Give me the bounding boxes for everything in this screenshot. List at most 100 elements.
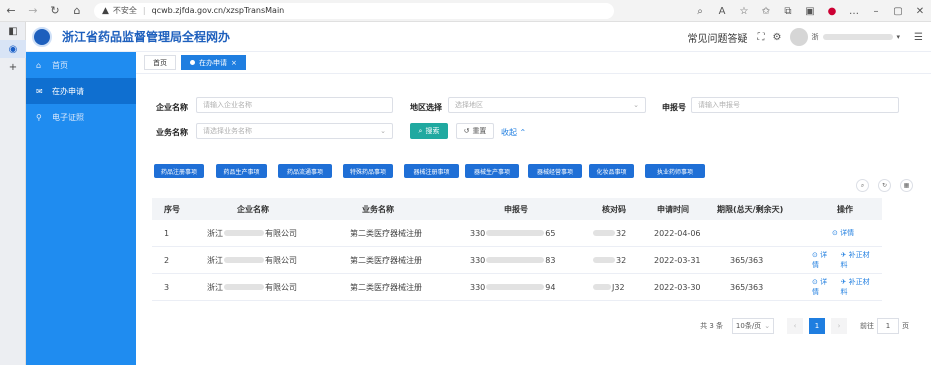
category-device-registration[interactable]: 器械注册事项	[404, 164, 459, 178]
row-company: 浙江 有限公司	[207, 247, 297, 273]
close-tab-icon[interactable]: ×	[231, 59, 237, 67]
user-name-prefix[interactable]: 浙	[812, 32, 819, 42]
sidebar-item-certificates[interactable]: ⚲ 电子证照	[26, 104, 136, 130]
tab-applications[interactable]: 在办申请 ×	[181, 55, 246, 70]
site-tab-icon[interactable]: ◉	[0, 40, 26, 58]
extension-icon[interactable]: ▣	[799, 6, 821, 17]
fullscreen-icon[interactable]: ⛶	[758, 32, 765, 43]
category-device-business[interactable]: 器械经营事项	[528, 164, 582, 178]
row-actions: ⊙ 详情	[832, 220, 862, 246]
more-icon[interactable]: …	[843, 6, 865, 17]
collapse-toggle[interactable]: 收起 ⌃	[501, 127, 526, 138]
back-icon[interactable]: ←	[0, 0, 22, 22]
detail-label: 详情	[812, 278, 828, 296]
row-index: 3	[164, 282, 170, 292]
minimize-icon[interactable]: –	[865, 6, 887, 17]
chevron-down-icon: ⌄	[764, 322, 771, 330]
insecure-label: 不安全	[112, 6, 137, 15]
close-window-icon[interactable]: ✕	[909, 6, 931, 17]
active-dot-icon	[190, 60, 195, 65]
row-deadline: 365/363	[730, 255, 764, 265]
columns-icon[interactable]: ▦	[900, 179, 913, 192]
detail-link[interactable]: ⊙ 详情	[812, 250, 833, 270]
row-index: 2	[164, 255, 170, 265]
search-button[interactable]: ⌕ 搜索	[410, 123, 448, 139]
tab-home[interactable]: 首页	[144, 55, 176, 70]
forward-icon[interactable]: →	[22, 0, 44, 22]
business-select[interactable]: 请选择业务名称 ⌄	[196, 123, 393, 139]
read-aloud-icon[interactable]: A	[711, 6, 733, 17]
address-bar[interactable]: ▲ 不安全 | qcwb.zjfda.gov.cn/xzspTransMain	[94, 2, 614, 19]
prev-page-icon[interactable]: ‹	[787, 318, 803, 334]
user-dropdown-icon[interactable]: ▾	[897, 33, 901, 41]
tab-label: 在办申请	[199, 58, 227, 67]
reset-button[interactable]: ↺ 重置	[456, 123, 494, 139]
row-apply-no: 330 94	[470, 274, 555, 300]
favorites-icon[interactable]: ✩	[755, 6, 777, 17]
check-end: J32	[612, 282, 625, 292]
supplement-link[interactable]: ✈ 补正材料	[841, 250, 875, 270]
goto-input[interactable]: 1	[877, 318, 899, 334]
category-drug-distribution[interactable]: 药品流通事项	[278, 164, 332, 178]
row-date: 2022-04-06	[654, 228, 701, 238]
page-number-current[interactable]: 1	[809, 318, 825, 334]
region-select[interactable]: 选择地区 ⌄	[448, 97, 646, 113]
supplement-link[interactable]: ✈ 补正材料	[841, 277, 875, 297]
category-device-production[interactable]: 器械生产事项	[465, 164, 519, 178]
search-toggle-icon[interactable]: ⌕	[856, 179, 869, 192]
company-input[interactable]: 请输入企业名称	[196, 97, 393, 113]
detail-link[interactable]: ⊙ 详情	[832, 228, 854, 238]
category-cosmetics[interactable]: 化妆品事项	[589, 164, 634, 178]
header-apply-date: 申请时间	[657, 204, 689, 214]
menu-toggle-icon[interactable]: ☰	[914, 32, 923, 43]
category-special-drugs[interactable]: 特殊药品事项	[343, 164, 393, 178]
goto-prefix: 前往	[860, 322, 874, 330]
row-actions: ⊙ 详情 ✈ 补正材料	[812, 247, 882, 273]
settings-icon[interactable]: ⚙	[773, 32, 782, 43]
search-button-label: 搜索	[425, 127, 440, 135]
app-header: 浙江省药品监督管理局全程网办 常见问题答疑 ⛶ ⚙ 浙 ▾ ☰	[26, 22, 931, 52]
detail-link[interactable]: ⊙ 详情	[812, 277, 833, 297]
page-size-select[interactable]: 10条/页 ⌄	[732, 318, 774, 334]
sidebar-item-label: 首页	[52, 60, 68, 70]
refresh-table-icon[interactable]: ↻	[878, 179, 891, 192]
row-business: 第二类医疗器械注册	[350, 228, 422, 238]
redacted	[593, 230, 615, 236]
sidebar-item-label: 在办申请	[52, 86, 84, 96]
search-page-icon[interactable]: ⌕	[689, 6, 711, 17]
header-company: 企业名称	[237, 204, 269, 214]
category-drug-production[interactable]: 药品生产事项	[216, 164, 267, 178]
sidebar-item-applications[interactable]: ✉ 在办申请	[26, 78, 136, 104]
home-browser-icon[interactable]: ⌂	[66, 0, 88, 22]
page-size-value: 10条/页	[735, 322, 762, 330]
row-apply-no: 330 83	[470, 247, 555, 273]
chevron-up-icon: ⌃	[519, 128, 527, 137]
tab-actions-icon[interactable]: ◧	[0, 22, 26, 40]
sidebar-item-label: 电子证照	[52, 112, 84, 122]
apply-start: 330	[470, 255, 486, 265]
next-page-icon[interactable]: ›	[831, 318, 847, 334]
chevron-down-icon: ⌄	[633, 101, 639, 109]
restore-icon[interactable]: ▢	[887, 6, 909, 17]
new-tab-icon[interactable]: +	[0, 58, 26, 76]
avatar[interactable]	[789, 28, 808, 46]
header-business: 业务名称	[362, 204, 394, 214]
reset-icon: ↺	[463, 127, 470, 135]
apply-start: 330	[470, 228, 486, 238]
sidebar-item-home[interactable]: ⌂ 首页	[26, 52, 136, 78]
category-drug-registration[interactable]: 药品注册事项	[154, 164, 204, 178]
redacted	[224, 257, 264, 263]
collections-icon[interactable]: ⧉	[777, 6, 799, 17]
profile-extension-icon[interactable]: ●	[821, 6, 843, 17]
row-deadline: 365/363	[730, 282, 764, 292]
favorite-add-icon[interactable]: ☆	[733, 6, 755, 17]
refresh-icon[interactable]: ↻	[44, 0, 66, 22]
category-licensed-pharmacist[interactable]: 执业药师事项	[645, 164, 705, 178]
apply-no-input[interactable]: 请输入申报号	[691, 97, 899, 113]
company-end: 有限公司	[265, 255, 297, 265]
faq-link[interactable]: 常见问题答疑	[688, 30, 748, 45]
company-placeholder: 请输入企业名称	[203, 101, 252, 109]
redacted	[224, 230, 264, 236]
row-actions: ⊙ 详情 ✈ 补正材料	[812, 274, 882, 300]
row-check-code: J32	[592, 274, 625, 300]
